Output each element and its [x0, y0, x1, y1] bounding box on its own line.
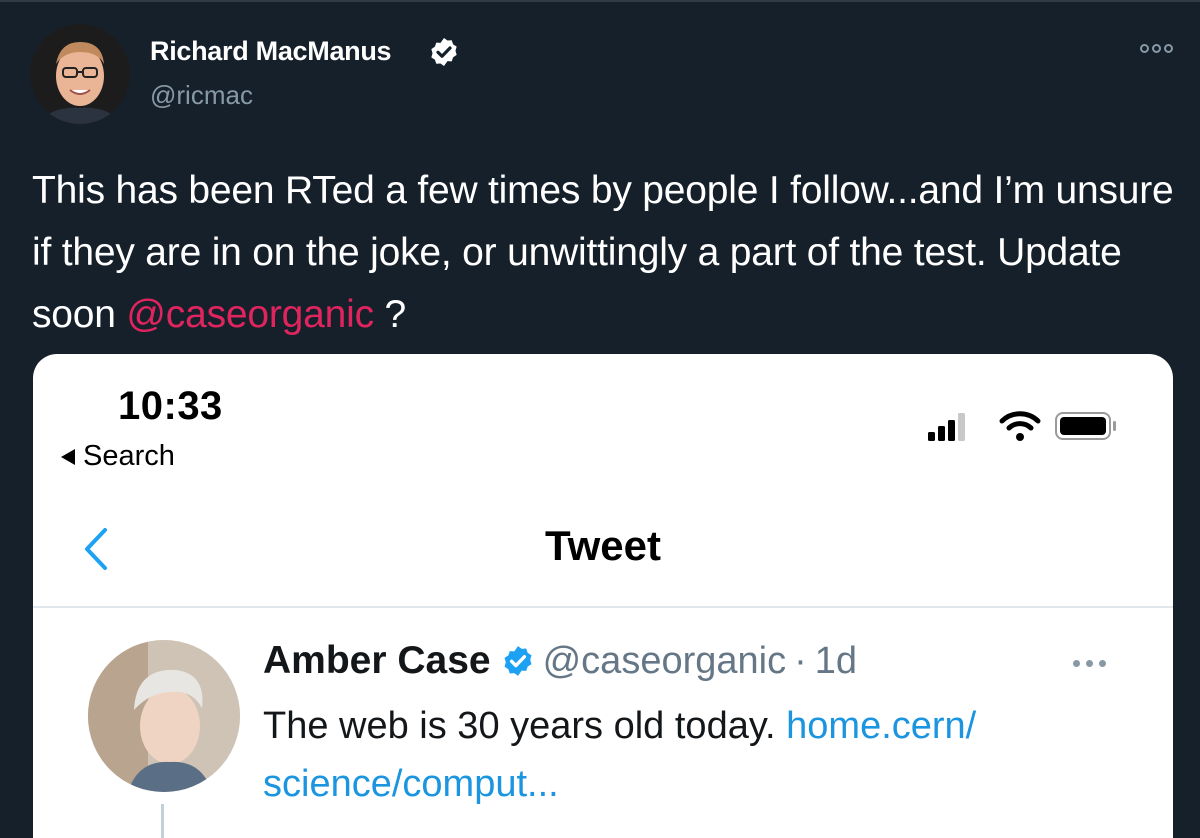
tweet-text-tail: ?: [373, 293, 407, 336]
inner-author-name[interactable]: Amber Case: [263, 639, 491, 683]
battery-icon: [1055, 412, 1116, 440]
status-bar-icons: [928, 411, 1116, 441]
back-to-search: Search: [61, 440, 175, 473]
status-time: 10:33: [118, 384, 223, 428]
inner-author-handle[interactable]: @caseorganic: [543, 640, 786, 683]
tweet-age[interactable]: 1d: [815, 640, 857, 683]
author-display-name[interactable]: Richard MacManus: [150, 36, 392, 67]
more-options-icon[interactable]: [1138, 36, 1174, 60]
back-search-label: Search: [83, 440, 175, 472]
author-avatar[interactable]: [30, 24, 130, 124]
nav-divider: [33, 606, 1173, 608]
tweet-text: This has been RTed a few times by people…: [32, 160, 1182, 346]
author-handle[interactable]: @ricmac: [150, 80, 253, 111]
back-triangle-icon: [61, 448, 75, 465]
signal-icon: [928, 413, 965, 441]
verified-badge-icon: [431, 38, 457, 66]
nav-title: Tweet: [545, 522, 661, 569]
verified-badge-icon: [504, 646, 532, 676]
wifi-icon: [999, 411, 1041, 441]
thread-line: [161, 804, 164, 838]
inner-tweet-body: The web is 30 years old today.: [263, 705, 787, 747]
mention-link[interactable]: @caseorganic: [126, 293, 374, 336]
inner-tweet-header: Amber Case @caseorganic · 1d: [263, 639, 857, 683]
inner-author-avatar[interactable]: [88, 640, 240, 792]
embedded-screenshot[interactable]: 10:33 Search Tweet Amber Case @caseorgan…: [33, 354, 1173, 838]
inner-tweet-text: The web is 30 years old today. home.cern…: [263, 697, 1143, 813]
more-options-icon[interactable]: [1073, 660, 1106, 667]
separator-dot: ·: [794, 639, 807, 682]
top-border: [0, 0, 1200, 2]
